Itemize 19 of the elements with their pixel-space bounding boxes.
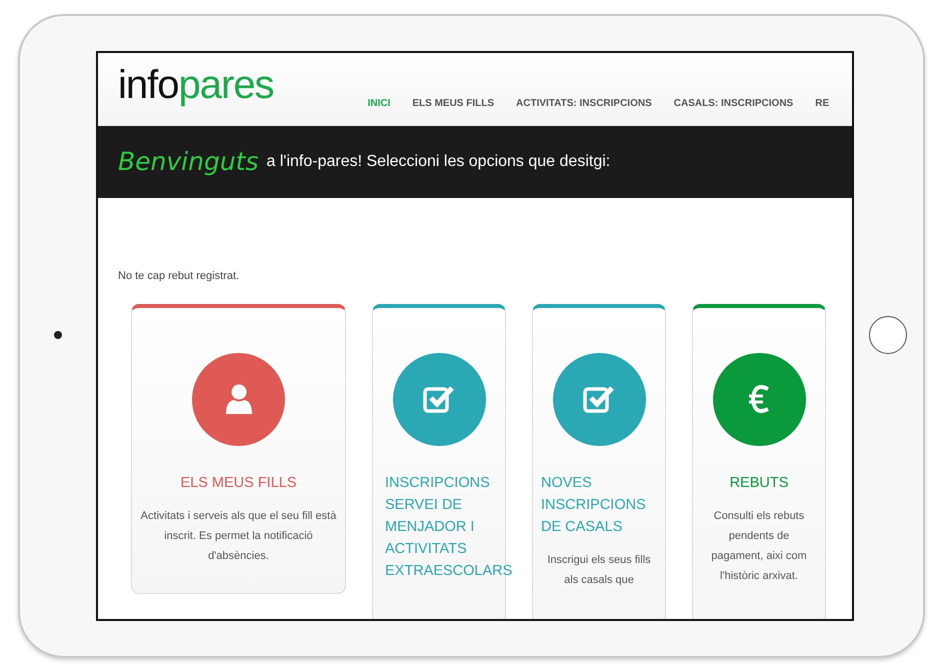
card-title[interactable]: REBUTS <box>730 472 788 494</box>
checkbox-icon <box>423 384 455 414</box>
welcome-greeting: Benvinguts <box>118 146 259 178</box>
card-description: Activitats i serveis als que el seu fill està inscrit. Es permet la notificació d'absències. <box>140 508 337 564</box>
euro-icon <box>748 385 770 413</box>
nav-link-item[interactable]: ELS MEUS FILLS <box>412 96 494 111</box>
notice-text: No te cap rebut registrat. <box>118 269 240 284</box>
person-icon <box>224 384 252 414</box>
nav-link-item[interactable]: ACTIVITATS: INSCRIPCIONS <box>516 96 652 111</box>
menu-card[interactable]: NOVES INSCRIPCIONS DE CASALS Inscrigui els seus fills als casals que <box>532 304 666 619</box>
checkbox-icon <box>583 384 615 414</box>
site-logo[interactable]: infopares <box>118 65 274 105</box>
nav-link-item[interactable]: RE <box>815 96 830 111</box>
card-description: Inscrigui els seus fills als casals que <box>546 552 652 588</box>
welcome-text: a l'info-pares! Seleccioni les opcions que desitgi: <box>266 152 610 172</box>
card-description: Consulti els rebuts pendents de pagament, aixi com l'històric arxivat. <box>710 508 808 584</box>
menu-card[interactable]: REBUTS Consulti els rebuts pendents de pagament, aixi com l'històric arxivat. <box>692 304 826 619</box>
nav-link-item[interactable]: CASALS: INSCRIPCIONS <box>674 96 794 111</box>
menu-card[interactable]: ELS MEUS FILLS Activitats i serveis als que el seu fill està inscrit. Es permet la notificació d'absències. <box>131 304 346 594</box>
